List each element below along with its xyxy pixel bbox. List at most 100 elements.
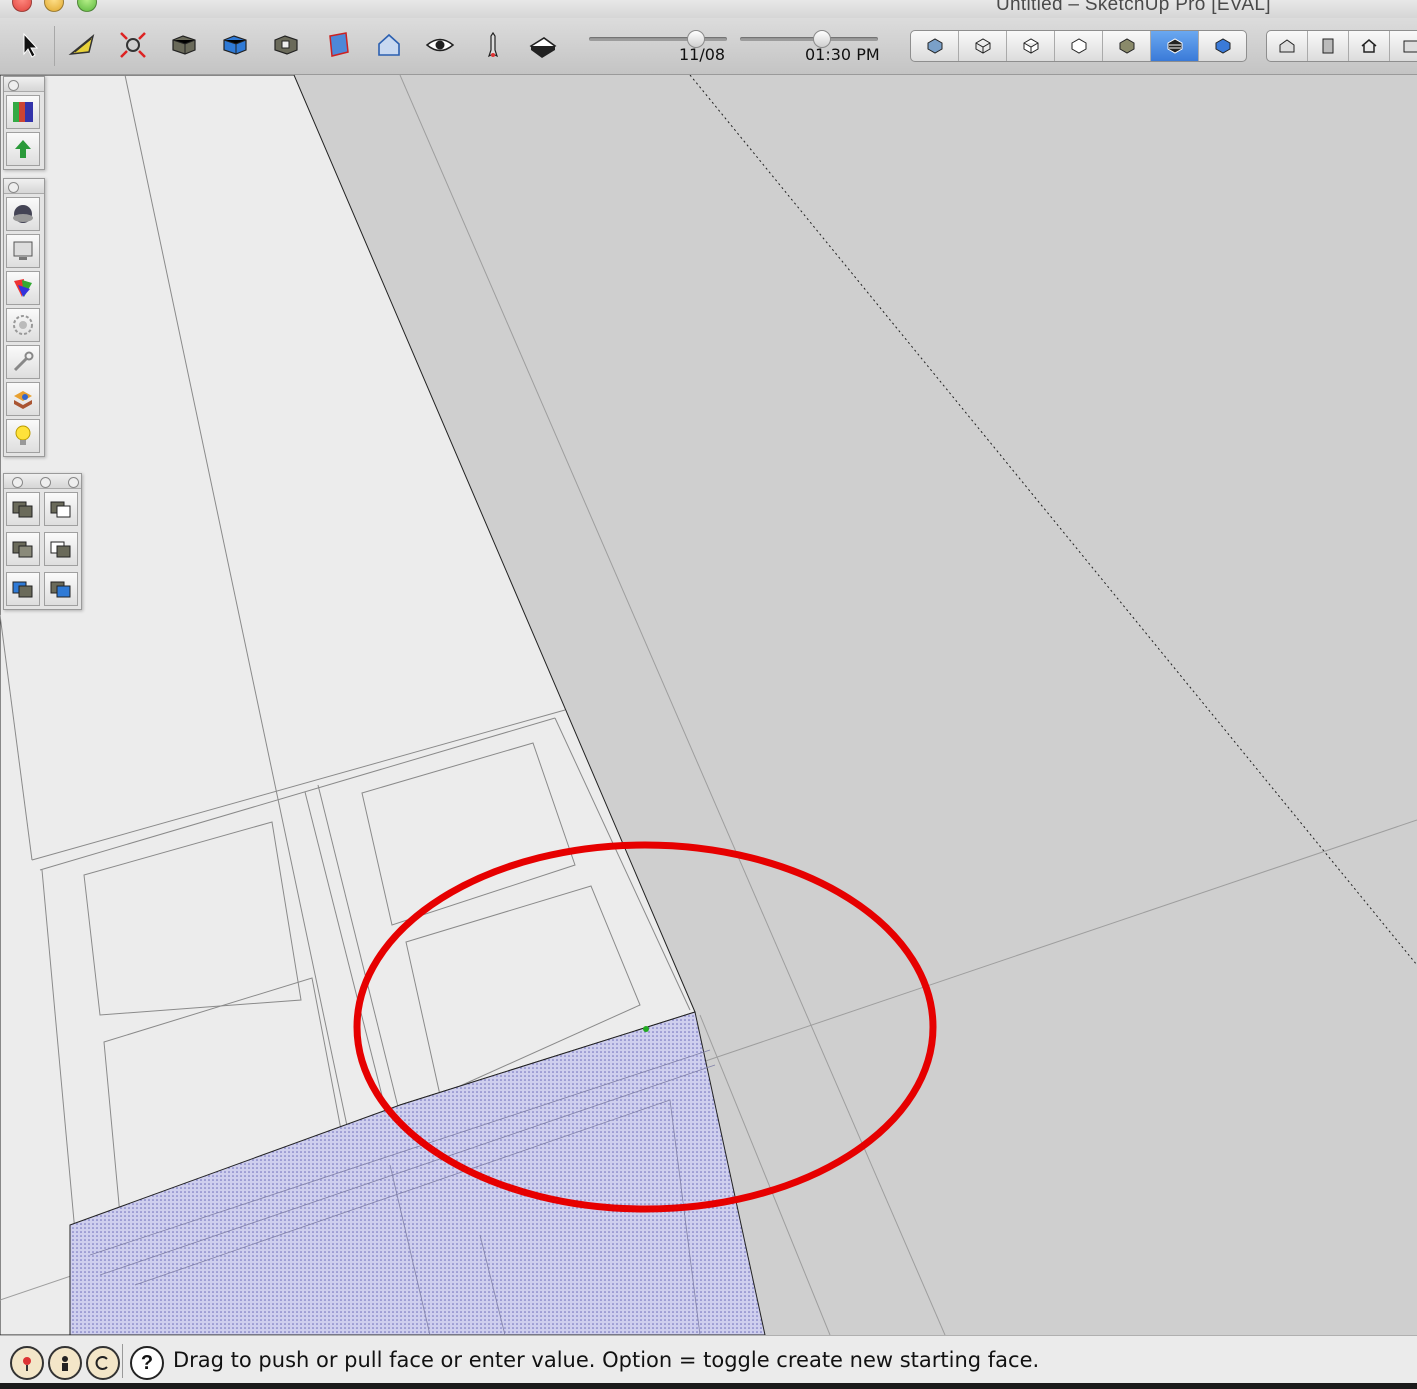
trim-button[interactable]: [44, 532, 78, 566]
section-plane-icon: [329, 32, 349, 57]
outer-shell-button[interactable]: [44, 572, 78, 606]
union-button[interactable]: [6, 492, 40, 526]
monochrome-style-button[interactable]: [1151, 31, 1199, 61]
layers-box-icon: [14, 391, 32, 409]
up-arrow-button[interactable]: [6, 132, 40, 166]
layers-button[interactable]: [6, 382, 40, 416]
palette-minimize-dot[interactable]: [40, 477, 51, 488]
iso-view-button[interactable]: [1267, 31, 1308, 61]
cut-box-icon: [274, 35, 298, 55]
xray-style-button[interactable]: [911, 31, 959, 61]
section-plane-button[interactable]: [322, 28, 356, 62]
status-separator: [122, 1344, 123, 1378]
textured-box-icon: [1119, 38, 1134, 54]
shaded-style-button[interactable]: [1055, 31, 1103, 61]
monochrome-box-icon: [1167, 38, 1182, 54]
palette-zoom-dot[interactable]: [68, 477, 79, 488]
next-view-button[interactable]: [218, 28, 252, 62]
wrench-icon: [13, 351, 34, 372]
shadow-time-slider[interactable]: [740, 30, 878, 48]
top-view-button[interactable]: [1308, 31, 1349, 61]
intersect-icon: [12, 541, 33, 558]
copyright-icon: [95, 1356, 108, 1370]
trim-icon: [50, 541, 71, 558]
select-tool-button[interactable]: [13, 28, 47, 62]
zoom-window-button[interactable]: [77, 0, 97, 12]
textured-style-button[interactable]: [1103, 31, 1151, 61]
inference-endpoint: [643, 1026, 649, 1032]
standard-views-button[interactable]: [269, 28, 303, 62]
walk-figure-icon: [487, 31, 499, 58]
walk-button[interactable]: [476, 28, 510, 62]
window-bottom-edge: [0, 1383, 1417, 1389]
palette-header: [4, 179, 44, 194]
license-icon[interactable]: [86, 1346, 120, 1380]
zoom-extents-button[interactable]: [116, 28, 150, 62]
shadow-time-label: 01:30 PM: [805, 45, 880, 64]
help-icon[interactable]: ?: [130, 1346, 164, 1380]
right-view-button[interactable]: [1390, 31, 1417, 61]
hidden-line-style-button[interactable]: [1007, 31, 1055, 61]
box-stack-icon: [172, 35, 196, 55]
eye-icon: [425, 38, 455, 52]
entity-info-button[interactable]: [6, 345, 40, 379]
palette-windows: [3, 178, 45, 457]
tips-button[interactable]: [6, 419, 40, 453]
monitor-icon: [13, 241, 33, 260]
model-canvas[interactable]: [0, 75, 1417, 1335]
outer-shell-icon: [50, 581, 71, 598]
wireframe-style-button[interactable]: [959, 31, 1007, 61]
status-bar: ? Drag to push or pull face or enter val…: [0, 1335, 1417, 1384]
styles-button[interactable]: [6, 271, 40, 305]
geo-location-icon[interactable]: [10, 1346, 44, 1380]
tape-measure-button[interactable]: [65, 28, 99, 62]
settings-button[interactable]: [6, 308, 40, 342]
push-pull-button[interactable]: [526, 28, 560, 62]
intersect-button[interactable]: [6, 532, 40, 566]
green-up-arrow-icon: [15, 140, 31, 158]
person-icon: [62, 1356, 68, 1371]
union-icon: [12, 501, 33, 518]
subtract-button[interactable]: [44, 492, 78, 526]
palette-close-dot[interactable]: [8, 80, 19, 91]
materials-button[interactable]: [6, 197, 40, 231]
status-message: Drag to push or pull face or enter value…: [173, 1348, 1040, 1372]
views-toolbar: [1266, 30, 1417, 62]
back-edges-style-button[interactable]: [1199, 31, 1246, 61]
solid-tools-grid: [4, 489, 81, 609]
house-outline-icon: [378, 33, 400, 56]
home-icon: [1361, 39, 1377, 53]
shadow-date-slider[interactable]: [589, 30, 727, 48]
color-gradient-icon: [13, 102, 33, 122]
zoom-extents-icon: [120, 32, 146, 58]
parallel-projection-button[interactable]: [372, 28, 406, 62]
push-pull-icon: [529, 37, 557, 58]
color-swatches-icon: [14, 279, 32, 297]
palette-close-dot[interactable]: [12, 477, 23, 488]
split-icon: [12, 581, 33, 598]
face-style-toolbar: [910, 30, 1247, 62]
xray-box-icon: [927, 38, 942, 54]
lightbulb-icon: [15, 425, 31, 445]
split-button[interactable]: [6, 572, 40, 606]
subtract-icon: [50, 501, 71, 518]
look-around-button[interactable]: [423, 28, 457, 62]
components-button[interactable]: [6, 234, 40, 268]
top-view-icon: [1322, 38, 1334, 54]
close-window-button[interactable]: [12, 0, 32, 12]
colors-button[interactable]: [6, 95, 40, 129]
gear-icon: [13, 315, 33, 335]
palette-solid-tools: [3, 473, 82, 610]
modeling-viewport[interactable]: [0, 75, 1417, 1335]
window-title: Untitled – SketchUp Pro [EVAL]: [996, 0, 1271, 15]
wireframe-box-icon: [975, 38, 990, 54]
previous-view-button[interactable]: [167, 28, 201, 62]
palette-header: [4, 474, 81, 489]
toolbar-separator: [54, 26, 55, 66]
palette-close-dot[interactable]: [8, 182, 19, 193]
minimize-window-button[interactable]: [44, 0, 64, 12]
title-bar: Untitled – SketchUp Pro [EVAL]: [0, 0, 1417, 18]
front-view-button[interactable]: [1349, 31, 1390, 61]
blue-box-icon: [223, 35, 247, 55]
credits-icon[interactable]: [48, 1346, 82, 1380]
